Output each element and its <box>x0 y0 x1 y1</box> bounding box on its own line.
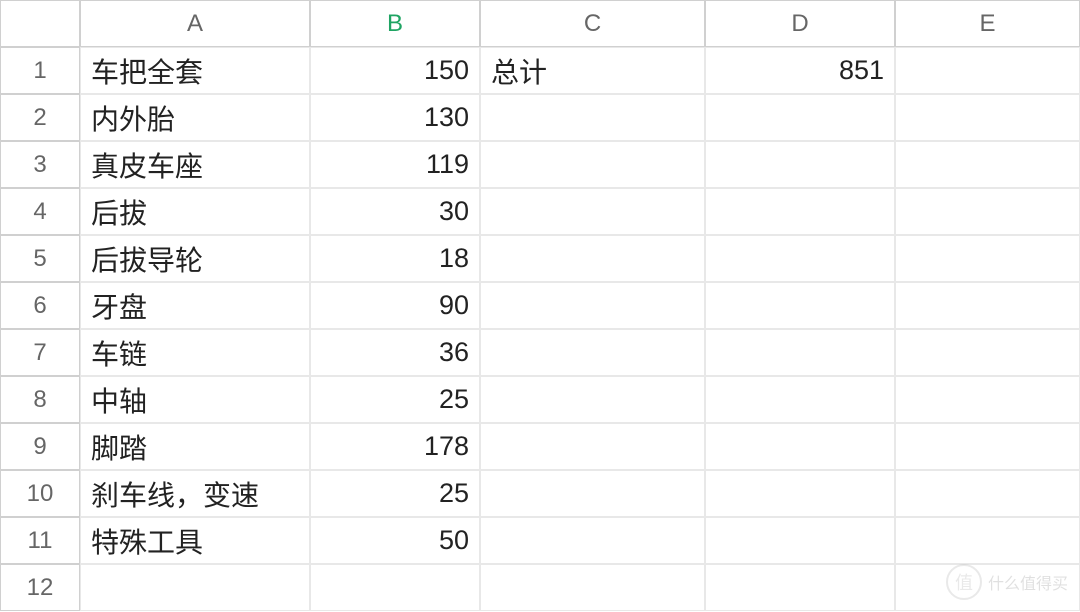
corner-cell[interactable] <box>0 0 80 47</box>
cell-d12[interactable] <box>705 564 895 611</box>
cell-a1[interactable]: 车把全套 <box>80 47 310 94</box>
cell-b11[interactable]: 50 <box>310 517 480 564</box>
cell-d4[interactable] <box>705 188 895 235</box>
cell-a2[interactable]: 内外胎 <box>80 94 310 141</box>
cell-d6[interactable] <box>705 282 895 329</box>
cell-d8[interactable] <box>705 376 895 423</box>
cell-a3[interactable]: 真皮车座 <box>80 141 310 188</box>
cell-e5[interactable] <box>895 235 1080 282</box>
cell-e8[interactable] <box>895 376 1080 423</box>
cell-e1[interactable] <box>895 47 1080 94</box>
cell-e11[interactable] <box>895 517 1080 564</box>
cell-b1[interactable]: 150 <box>310 47 480 94</box>
cell-d5[interactable] <box>705 235 895 282</box>
row-header[interactable]: 3 <box>0 141 80 188</box>
cell-c1[interactable]: 总计 <box>480 47 705 94</box>
cell-b3[interactable]: 119 <box>310 141 480 188</box>
row-header[interactable]: 4 <box>0 188 80 235</box>
watermark-text: 什么值得买 <box>988 570 1068 594</box>
cell-b7[interactable]: 36 <box>310 329 480 376</box>
cell-d7[interactable] <box>705 329 895 376</box>
cell-c10[interactable] <box>480 470 705 517</box>
cell-b12[interactable] <box>310 564 480 611</box>
cell-e4[interactable] <box>895 188 1080 235</box>
cell-c4[interactable] <box>480 188 705 235</box>
row-header[interactable]: 10 <box>0 470 80 517</box>
cell-c6[interactable] <box>480 282 705 329</box>
row-header[interactable]: 11 <box>0 517 80 564</box>
row-header[interactable]: 5 <box>0 235 80 282</box>
cell-a5[interactable]: 后拔导轮 <box>80 235 310 282</box>
cell-e7[interactable] <box>895 329 1080 376</box>
cell-b2[interactable]: 130 <box>310 94 480 141</box>
cell-a4[interactable]: 后拔 <box>80 188 310 235</box>
column-header-a[interactable]: A <box>80 0 310 47</box>
row-header[interactable]: 6 <box>0 282 80 329</box>
cell-b9[interactable]: 178 <box>310 423 480 470</box>
cell-c2[interactable] <box>480 94 705 141</box>
column-header-c[interactable]: C <box>480 0 705 47</box>
cell-a7[interactable]: 车链 <box>80 329 310 376</box>
cell-c11[interactable] <box>480 517 705 564</box>
cell-e9[interactable] <box>895 423 1080 470</box>
column-header-e[interactable]: E <box>895 0 1080 47</box>
cell-a10[interactable]: 刹车线，变速 <box>80 470 310 517</box>
cell-c7[interactable] <box>480 329 705 376</box>
cell-d2[interactable] <box>705 94 895 141</box>
cell-c9[interactable] <box>480 423 705 470</box>
cell-b10[interactable]: 25 <box>310 470 480 517</box>
cell-e3[interactable] <box>895 141 1080 188</box>
cell-a11[interactable]: 特殊工具 <box>80 517 310 564</box>
cell-e6[interactable] <box>895 282 1080 329</box>
row-header[interactable]: 9 <box>0 423 80 470</box>
spreadsheet-grid[interactable]: A B C D E 1 车把全套 150 总计 851 2 内外胎 130 3 … <box>0 0 1080 611</box>
cell-e10[interactable] <box>895 470 1080 517</box>
row-header[interactable]: 1 <box>0 47 80 94</box>
cell-c12[interactable] <box>480 564 705 611</box>
cell-d11[interactable] <box>705 517 895 564</box>
cell-d1[interactable]: 851 <box>705 47 895 94</box>
row-header[interactable]: 8 <box>0 376 80 423</box>
cell-e2[interactable] <box>895 94 1080 141</box>
cell-b4[interactable]: 30 <box>310 188 480 235</box>
row-header[interactable]: 7 <box>0 329 80 376</box>
cell-a6[interactable]: 牙盘 <box>80 282 310 329</box>
row-header[interactable]: 12 <box>0 564 80 611</box>
cell-a9[interactable]: 脚踏 <box>80 423 310 470</box>
watermark-icon: 值 <box>946 564 982 600</box>
cell-c3[interactable] <box>480 141 705 188</box>
cell-b5[interactable]: 18 <box>310 235 480 282</box>
row-header[interactable]: 2 <box>0 94 80 141</box>
column-header-b[interactable]: B <box>310 0 480 47</box>
cell-d10[interactable] <box>705 470 895 517</box>
watermark: 值 什么值得买 <box>946 564 1068 600</box>
cell-b8[interactable]: 25 <box>310 376 480 423</box>
cell-c5[interactable] <box>480 235 705 282</box>
cell-d9[interactable] <box>705 423 895 470</box>
cell-c8[interactable] <box>480 376 705 423</box>
cell-d3[interactable] <box>705 141 895 188</box>
column-header-d[interactable]: D <box>705 0 895 47</box>
cell-b6[interactable]: 90 <box>310 282 480 329</box>
cell-a12[interactable] <box>80 564 310 611</box>
cell-a8[interactable]: 中轴 <box>80 376 310 423</box>
